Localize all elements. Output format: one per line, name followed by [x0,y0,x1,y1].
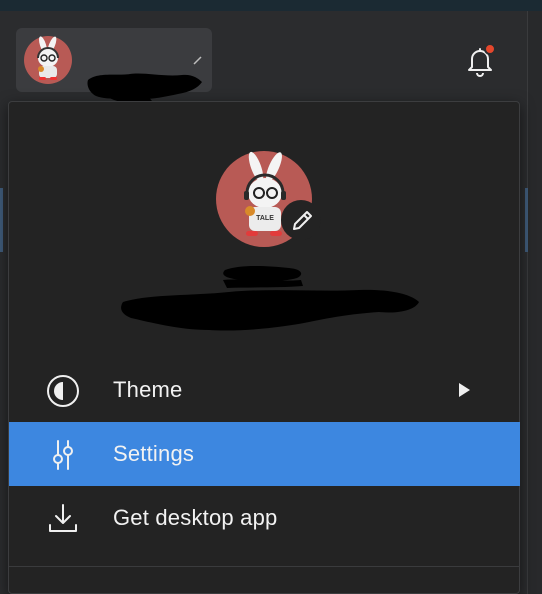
menu-item-label: Settings [113,441,195,466]
svg-text:TALE: TALE [256,215,274,222]
download-icon [45,501,81,537]
menu-item-label: Theme [113,377,183,402]
app-background-right [528,11,542,594]
menu-item-theme[interactable]: Theme [9,358,520,422]
menu-item-get-desktop-app[interactable]: Get desktop app [9,486,520,550]
menu-divider [9,566,520,567]
half-circle-icon [45,373,81,409]
rabbit-avatar-icon [24,36,72,84]
edit-avatar-button[interactable] [281,200,321,240]
background-accent-left [0,188,3,252]
chevron-down-icon [193,56,202,65]
submenu-arrow-icon [459,383,470,397]
unread-notification-dot [484,43,496,55]
background-accent-right [525,188,528,252]
redacted-account-name [87,73,202,104]
redacted-profile-details [121,266,419,331]
menu-item-settings[interactable]: Settings [9,422,520,486]
pencil-icon [293,211,312,230]
account-switcher-button[interactable] [16,28,212,104]
menu-item-label: Get desktop app [113,505,278,530]
sliders-icon [45,437,81,473]
account-menu-panel: TALE Theme Settings Get desktop app [8,101,520,594]
window-top-strip [0,0,542,11]
